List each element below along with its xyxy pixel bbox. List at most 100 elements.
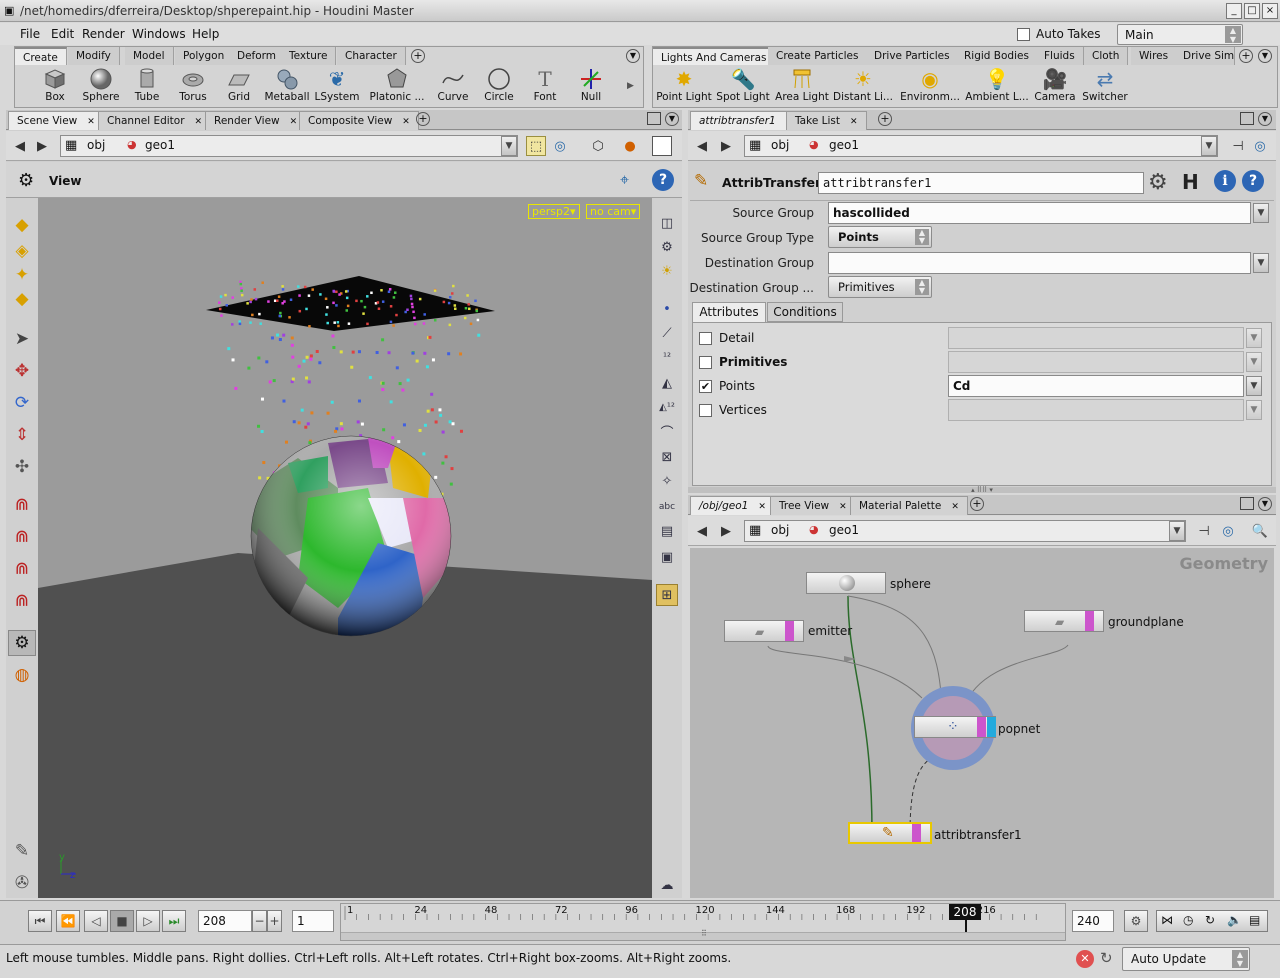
start-frame-field[interactable]: 1 [292,910,334,932]
shelf-tab-deform[interactable]: Deform [229,47,286,65]
show-hull-icon[interactable]: ⌒ [656,420,678,442]
tool-area-light[interactable]: Area Light [773,67,831,107]
menu-windows[interactable]: Windows [132,27,186,41]
tab-scene-view[interactable]: Scene View ✕ [8,111,104,130]
menu-file[interactable]: File [20,27,40,41]
render-flag-icon[interactable] [987,717,996,737]
add-tab-icon[interactable]: + [970,497,984,511]
stop-icon[interactable]: ■ [110,910,134,932]
menu-edit[interactable]: Edit [51,27,74,41]
help-icon[interactable]: ? [1242,170,1264,192]
node-name-field[interactable]: attribtransfer1 [818,172,1144,194]
primitives-checkbox[interactable] [699,356,712,369]
shelf-tab-modify[interactable]: Modify [68,47,120,65]
scene-path[interactable]: ▦ obj ◕ geo1 ▼ [60,135,518,157]
loop-icon[interactable]: ↻ [1205,913,1215,927]
vertices-checkbox[interactable] [699,404,712,417]
path-dropdown-icon[interactable]: ▼ [1169,521,1185,541]
refresh-icon[interactable]: ↻ [1100,949,1113,967]
network-editor[interactable]: Geometry sphere ▰ emitter ▰ groundplane … [690,548,1274,898]
network-path[interactable]: ▦ obj ◕ geo1 ▼ [744,520,1186,542]
shelf-tab-wires[interactable]: Wires [1131,47,1178,65]
maximize-pane-icon[interactable] [1240,112,1254,125]
path-crumb-geo1[interactable]: geo1 [829,138,859,152]
timeline-slider[interactable]: 1 24 48 72 96 120 144 168 192 216 ⠿ 208 [340,903,1066,941]
shelf-tab-lights-and-cameras[interactable]: Lights And Cameras [653,47,776,65]
display-flag-icon[interactable] [785,621,794,641]
shelf-tab-cloth[interactable]: Cloth [1084,47,1129,65]
detail-checkbox[interactable] [699,332,712,345]
end-frame-field[interactable]: 240 [1072,910,1114,932]
jump-start-icon[interactable]: ⏮ [28,910,52,932]
shelf-tab-polygon[interactable]: Polygon [175,47,234,65]
magnet-tool-2-icon[interactable]: ⋒ [8,524,36,550]
current-frame-field[interactable]: 208 [198,910,252,932]
help-icon[interactable]: ? [652,169,674,191]
source-group-dropdown-icon[interactable]: ▼ [1253,203,1269,223]
tab-tree-view[interactable]: Tree View ✕ [770,496,856,515]
audio-icon[interactable]: 🔈 [1227,913,1242,927]
tool-environment-light[interactable]: ◉ Environm... [899,67,961,107]
pin-icon[interactable]: ⊣ [1194,521,1214,541]
info-icon[interactable]: i [1214,170,1236,192]
close-tab-icon[interactable]: ✕ [402,117,410,127]
path-dropdown-icon[interactable]: ▼ [501,136,517,156]
tool-distant-light[interactable]: ☀ Distant Li... [833,67,893,107]
shelf-tab-fluids[interactable]: Fluids [1036,47,1084,65]
tool-point-light[interactable]: ✸ Point Light [655,67,713,107]
flipbook-icon[interactable]: ▤ [1249,913,1260,927]
playhead-label[interactable]: 208 [949,904,981,920]
tab-take-list[interactable]: Take List ✕ [786,111,867,130]
background-icon[interactable] [652,136,672,156]
back-arrow-icon[interactable]: ◀ [692,521,712,541]
path-crumb-obj[interactable]: obj [771,138,789,152]
tool-null[interactable]: Null [563,67,619,107]
tool-switcher[interactable]: ⇄ Switcher [1077,67,1133,107]
pin-icon[interactable]: ⊣ [1228,136,1248,156]
path-crumb-obj[interactable]: obj [87,138,105,152]
subtab-conditions[interactable]: Conditions [767,302,843,322]
pane-splitter[interactable]: ▴ ⠿⠿ ▾ [688,487,1276,494]
playbar-options-icon[interactable]: ⚙ [1124,910,1148,932]
path-dropdown-icon[interactable]: ▼ [1201,136,1217,156]
minimize-icon[interactable]: _ [1226,3,1242,19]
close-tab-icon[interactable]: ✕ [850,117,858,127]
snap-icon[interactable]: ⌖ [620,170,629,190]
destination-group-dropdown-icon[interactable]: ▼ [1253,253,1269,273]
show-point-normals-icon[interactable]: ⟋ [656,322,678,344]
shelf-menu-icon[interactable]: ▼ [626,49,640,63]
shelf-tab-drive-particles[interactable]: Drive Particles [866,47,959,65]
source-group-field[interactable]: hascollided [828,202,1251,224]
param-path[interactable]: ▦ obj ◕ geo1 ▼ [744,135,1218,157]
close-icon[interactable]: × [1262,3,1278,19]
pane-menu-icon[interactable]: ▼ [1258,497,1272,511]
path-crumb-geo1[interactable]: geo1 [145,138,175,152]
shelf-right-menu-icon[interactable]: ▼ [1258,49,1272,63]
desktop-select[interactable]: Main ▲ ▼ [1117,24,1243,45]
close-tab-icon[interactable]: ✕ [951,502,959,512]
frame-increment-button[interactable]: + [267,910,282,932]
select-points-icon[interactable]: ◆ [8,212,36,238]
node-attribtransfer1[interactable]: ✎ [848,822,932,844]
jump-end-icon[interactable]: ⏭ [162,910,186,932]
menu-render[interactable]: Render [82,27,125,41]
viewport-layout-icon[interactable]: ⊞ [656,584,678,606]
path-crumb-obj[interactable]: obj [771,523,789,537]
node-emitter[interactable]: ▰ [724,620,804,642]
keys-icon[interactable]: ⋈ [1161,913,1173,927]
select-objects-icon[interactable]: ◆ [8,286,36,312]
play-forward-icon[interactable]: ▷ [136,910,160,932]
forward-arrow-icon[interactable]: ▶ [716,521,736,541]
add-tab-icon[interactable]: + [878,112,892,126]
show-prim-numbers-icon[interactable]: ◭¹² [656,396,678,418]
magnet-tool-1-icon[interactable]: ⋒ [8,492,36,518]
add-shelf-tab-icon[interactable]: + [411,49,425,63]
camera-menu[interactable]: persp2▾ [528,204,580,219]
notes-icon[interactable]: ✎ [8,838,36,864]
tab-composite-view[interactable]: Composite View ✕ [299,111,419,130]
points-checkbox[interactable]: ✔ [699,380,712,393]
rotate-tool-icon[interactable]: ⟳ [8,390,36,416]
film-icon[interactable]: ✇ [8,870,36,896]
update-mode-select[interactable]: Auto Update ▲ ▼ [1122,947,1250,971]
close-tab-icon[interactable]: ✕ [758,502,766,512]
